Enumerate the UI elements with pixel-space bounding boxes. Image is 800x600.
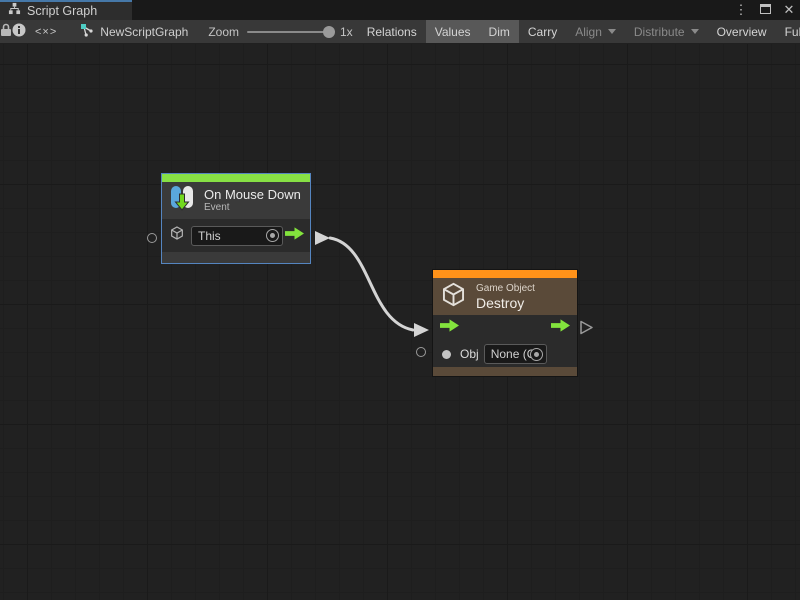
- align-dropdown[interactable]: Align: [566, 20, 625, 43]
- dropdown-caret-icon: [691, 29, 699, 34]
- tab-script-graph[interactable]: Script Graph: [0, 0, 132, 20]
- obj-value-field[interactable]: None (O: [484, 344, 547, 364]
- flow-output-arrow-icon[interactable]: [285, 227, 304, 245]
- unit-header-strip: [433, 270, 577, 278]
- flow-input-arrow-icon[interactable]: [440, 319, 459, 337]
- zoom-slider[interactable]: [247, 31, 333, 33]
- node-body: Obj None (O: [433, 315, 577, 367]
- obj-param-label: Obj: [460, 347, 479, 361]
- connection-wire[interactable]: [330, 238, 413, 330]
- mouse-down-icon: [169, 185, 195, 216]
- target-value-text: This: [198, 229, 221, 243]
- obj-port-row: Obj None (O: [433, 341, 577, 367]
- dropdown-caret-icon: [608, 29, 616, 34]
- object-picker-icon[interactable]: [266, 229, 279, 242]
- window-titlebar: Script Graph ⋮ ✕: [0, 0, 800, 20]
- object-picker-icon[interactable]: [530, 348, 543, 361]
- values-button[interactable]: Values: [426, 20, 480, 43]
- node-footer: [433, 367, 577, 376]
- flow-output-arrow-icon[interactable]: [551, 319, 570, 337]
- carry-button[interactable]: Carry: [519, 20, 566, 43]
- graph-name-breadcrumb[interactable]: NewScriptGraph: [80, 20, 188, 43]
- node-destroy[interactable]: Game Object Destroy Obj No: [432, 269, 578, 377]
- dim-button[interactable]: Dim: [480, 20, 519, 43]
- obj-value-port-dot[interactable]: [442, 350, 451, 359]
- relations-button[interactable]: Relations: [358, 20, 426, 43]
- flow-port-row: [433, 315, 577, 341]
- overview-button[interactable]: Overview: [708, 20, 776, 43]
- maximize-box-icon: [760, 4, 771, 14]
- graph-hierarchy-icon: [8, 2, 21, 20]
- game-object-cube-icon: [169, 225, 185, 246]
- node-title-text: On Mouse Down Event: [204, 187, 301, 214]
- graph-toolbar: <×> NewScriptGraph Zoom 1x Relations Val…: [0, 20, 800, 44]
- fullscreen-button[interactable]: Full S: [776, 20, 800, 43]
- code-view-button[interactable]: <×>: [26, 20, 66, 43]
- zoom-control: Zoom 1x: [188, 20, 352, 43]
- align-label: Align: [575, 25, 602, 39]
- node-subtitle: Event: [204, 202, 301, 214]
- node-category: Game Object: [476, 283, 535, 295]
- node-footer: [162, 252, 310, 263]
- event-input-port[interactable]: [147, 233, 157, 243]
- node-body: This: [162, 219, 310, 252]
- close-icon[interactable]: ✕: [782, 0, 796, 20]
- lock-button[interactable]: [0, 20, 12, 43]
- zoom-slider-handle[interactable]: [323, 26, 335, 38]
- flow-continuation-triangle-icon[interactable]: [579, 320, 594, 340]
- wire-end-arrow-icon: [414, 323, 429, 337]
- script-graph-asset-icon: [80, 23, 94, 40]
- connection-layer: [0, 44, 800, 600]
- obj-input-port[interactable]: [416, 347, 426, 357]
- game-object-cube-icon: [440, 281, 467, 313]
- window-menu-icon[interactable]: ⋮: [734, 0, 748, 20]
- maximize-icon[interactable]: [758, 0, 772, 20]
- info-icon: [12, 23, 26, 40]
- script-graph-window: Script Graph ⋮ ✕ <×> NewScriptGraph: [0, 0, 800, 600]
- tab-label: Script Graph: [27, 4, 97, 18]
- node-title-text: Game Object Destroy: [476, 283, 535, 311]
- wire-start-arrow-icon: [315, 231, 330, 245]
- node-title-bar: On Mouse Down Event: [162, 182, 310, 219]
- info-button[interactable]: [12, 20, 26, 43]
- zoom-value: 1x: [340, 25, 353, 39]
- graph-canvas[interactable]: On Mouse Down Event This: [0, 44, 800, 600]
- event-header-strip: [162, 174, 310, 182]
- window-controls: ⋮ ✕: [734, 0, 796, 20]
- node-title: On Mouse Down: [204, 187, 301, 202]
- distribute-dropdown[interactable]: Distribute: [625, 20, 708, 43]
- target-value-field[interactable]: This: [191, 226, 283, 246]
- distribute-label: Distribute: [634, 25, 685, 39]
- lock-icon: [0, 23, 12, 40]
- zoom-label: Zoom: [208, 25, 239, 39]
- graph-name-label: NewScriptGraph: [100, 25, 188, 39]
- node-on-mouse-down[interactable]: On Mouse Down Event This: [161, 173, 311, 264]
- target-port-row: This: [162, 219, 310, 252]
- node-title: Destroy: [476, 295, 535, 311]
- node-title-bar: Game Object Destroy: [433, 278, 577, 316]
